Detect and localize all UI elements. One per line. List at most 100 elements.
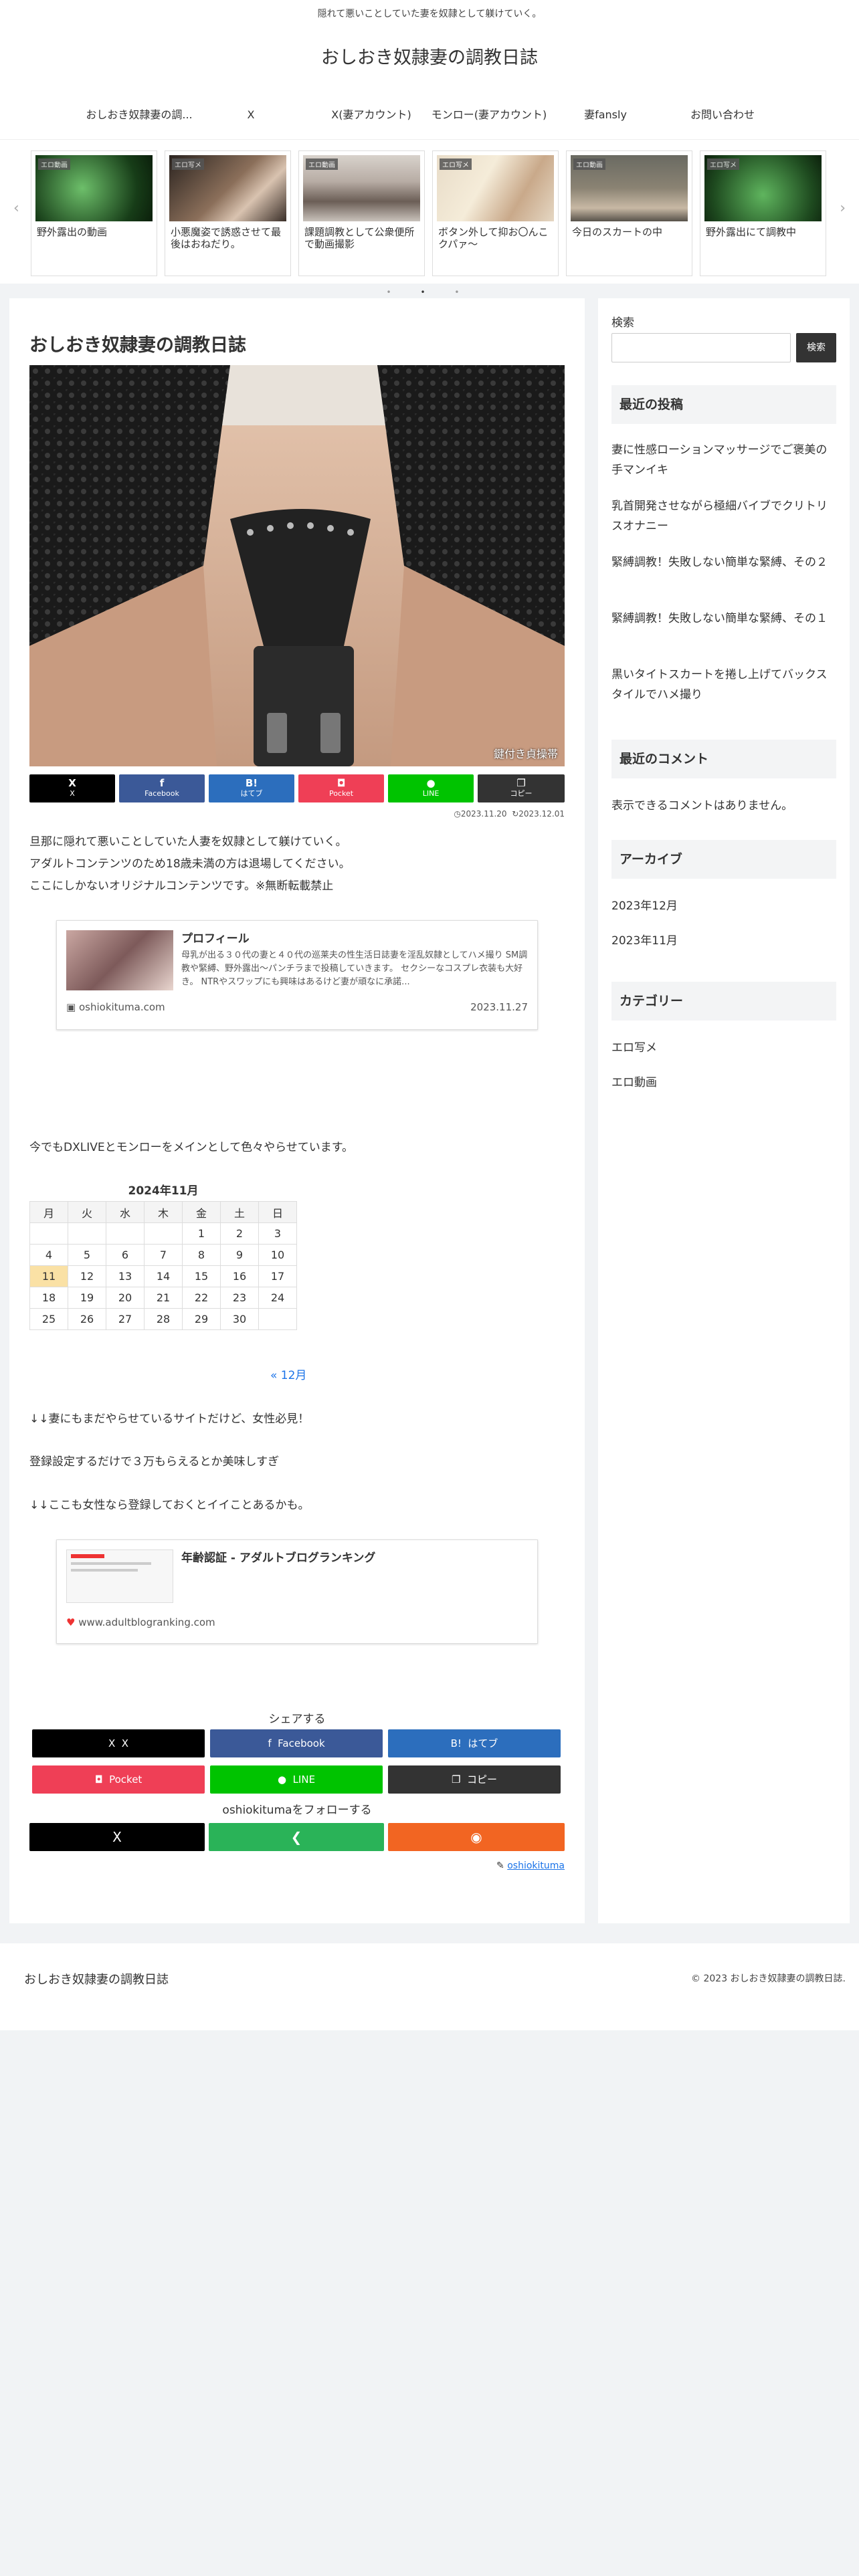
hatebu-icon: B! — [450, 1737, 462, 1749]
search-button[interactable]: 検索 — [796, 333, 836, 362]
follow-feedly-button[interactable]: ❮ — [209, 1823, 384, 1851]
carousel-card[interactable]: エロ動画 課題調教として公衆便所で動画撮影 — [298, 150, 425, 276]
after-text-1: ↓↓妻にもまだやらせているサイトだけど、女性必見！ — [29, 1412, 310, 1426]
ranking-card-domain: ♥ www.adultblogranking.com — [66, 1616, 215, 1628]
calendar-day: 21 — [144, 1287, 183, 1309]
share-label: コピー — [466, 1774, 497, 1786]
share-x-button[interactable]: XX — [29, 774, 115, 802]
recent-post-link[interactable]: 緊縛調教！失敗しない簡単な緊縛、その２ — [611, 552, 836, 572]
card-category: エロ動画 — [573, 158, 605, 170]
domain-text: oshiokituma.com — [78, 1001, 165, 1013]
profile-blog-card[interactable]: プロフィール 母乳が出る３０代の妻と４０代の巡莱夫の性生活日誌妻を淫乱奴隷として… — [56, 920, 538, 1030]
carousel-dots[interactable]: • • • — [0, 288, 859, 297]
x-icon: X — [68, 777, 76, 789]
share-hatebu-button[interactable]: B! はてブ — [209, 774, 294, 802]
share-label: コピー — [510, 789, 533, 798]
calendar-day — [106, 1222, 145, 1245]
follow-rss-button[interactable]: ◉ — [388, 1823, 565, 1851]
calendar-next-link[interactable]: « 12月 — [270, 1366, 306, 1382]
recent-post-link[interactable]: 乳首開発させながら極細バイブでクリトリスオナニー — [611, 496, 836, 536]
global-nav: おしおき奴隷妻の調... X X(妻アカウント) モンロー(妻アカウント) 妻f… — [0, 100, 859, 130]
post-title: おしおき奴隷妻の調教日誌 — [29, 335, 246, 356]
post-dates: ◷2023.11.20 ↻2023.12.01 — [411, 809, 565, 819]
calendar-title: 2024年11月 — [128, 1184, 199, 1198]
recent-post-link[interactable]: 緊縛調教！失敗しない簡単な緊縛、その１ — [611, 609, 836, 629]
hero-illustration — [29, 365, 565, 766]
pen-icon: ✎ — [496, 1860, 504, 1871]
profile-card-snippet: 母乳が出る３０代の妻と４０代の巡莱夫の性生活日誌妻を淫乱奴隷としてハメ撮り SM… — [181, 950, 528, 987]
carousel-next-icon[interactable]: › — [840, 200, 846, 217]
share-label: Facebook — [145, 789, 179, 798]
card-category: エロ写メ — [172, 158, 204, 170]
calendar-day: 23 — [220, 1287, 259, 1309]
calendar-day: 11 — [29, 1265, 68, 1287]
calendar-day: 27 — [106, 1308, 145, 1330]
carousel-card[interactable]: エロ動画 今日のスカートの中 — [566, 150, 692, 276]
share-copy-button[interactable]: ❐ コピー — [388, 1765, 561, 1794]
nav-item-home[interactable]: おしおき奴隷妻の調... — [72, 100, 206, 130]
nav-item-monroe[interactable]: モンロー(妻アカウント) — [425, 100, 553, 130]
line-icon: ● — [277, 1774, 287, 1786]
calendar-day: 3 — [258, 1222, 297, 1245]
carousel-card[interactable]: エロ写メ 野外露出にて調教中 — [700, 150, 826, 276]
recent-post-link[interactable]: 黒いタイトスカートを捲し上げてバックスタイルでハメ撮り — [611, 665, 836, 705]
calendar-day: 16 — [220, 1265, 259, 1287]
share-line-button[interactable]: ● LINE — [210, 1765, 383, 1794]
carousel-card[interactable]: エロ動画 野外露出の動画 — [31, 150, 157, 276]
calendar-day — [68, 1222, 106, 1245]
recent-post-link[interactable]: 妻に性感ローションマッサージでご褒美の手マンイキ — [611, 440, 836, 480]
share-facebook-button[interactable]: f Facebook — [210, 1729, 383, 1757]
footer-site-title[interactable]: おしおき奴隷妻の調教日誌 — [24, 1970, 169, 1988]
calendar-day: 6 — [106, 1244, 145, 1266]
follow-x-button[interactable]: X — [29, 1823, 205, 1851]
copy-icon: ❐ — [451, 1774, 461, 1786]
search-input[interactable] — [611, 333, 791, 362]
carousel-card[interactable]: エロ写メ ボタン外して抑お〇んこクパァ〜 — [432, 150, 559, 276]
carousel-prev-icon[interactable]: ‹ — [13, 200, 19, 217]
profile-card-title: プロフィール — [181, 932, 250, 946]
card-category: エロ動画 — [38, 158, 70, 170]
category-link[interactable]: エロ動画 — [611, 1073, 836, 1093]
calendar-day: 14 — [144, 1265, 183, 1287]
archive-link[interactable]: 2023年12月 — [611, 896, 836, 916]
nav-item-contact[interactable]: お問い合わせ — [676, 100, 769, 130]
carousel-card[interactable]: エロ写メ 小悪魔姿で誘惑させて最後はおねだり。 — [165, 150, 291, 276]
ranking-blog-card[interactable]: 年齢認証 - アダルトブログランキング ♥ www.adultblogranki… — [56, 1539, 538, 1644]
date-updated: 2023.12.01 — [518, 809, 565, 819]
calendar-day — [258, 1308, 297, 1330]
facebook-icon: f — [159, 777, 165, 789]
nav-item-fansly[interactable]: 妻fansly — [569, 100, 642, 130]
card-title: 野外露出の動画 — [37, 226, 108, 238]
calendar-day: 12 — [68, 1265, 106, 1287]
share-label: Facebook — [278, 1737, 325, 1749]
share-line-button[interactable]: ● LINE — [388, 774, 474, 802]
calendar-day: 15 — [182, 1265, 221, 1287]
nav-item-x[interactable]: X — [217, 100, 284, 130]
category-heading: カテゴリー — [611, 982, 836, 1021]
x-icon: X — [108, 1737, 116, 1749]
share-copy-button[interactable]: ❐ コピー — [478, 774, 565, 802]
share-label: X — [70, 789, 75, 798]
card-category: エロ写メ — [440, 158, 472, 170]
featured-carousel: ‹ › エロ動画 野外露出の動画 エロ写メ 小悪魔姿で誘惑させて最後はおねだり。… — [0, 139, 859, 284]
calendar-day: 29 — [182, 1308, 221, 1330]
profile-card-domain: ▣ oshiokituma.com — [66, 1001, 165, 1013]
share-pocket-button[interactable]: ◘ Pocket — [298, 774, 384, 802]
calendar-day: 19 — [68, 1287, 106, 1309]
share-facebook-button[interactable]: f Facebook — [119, 774, 205, 802]
nav-item-x-wife[interactable]: X(妻アカウント) — [314, 100, 428, 130]
favicon-icon: ▣ — [66, 1001, 76, 1013]
intro-line: アダルトコンテンツのため18歳未満の方は退場してください。 — [29, 857, 351, 871]
share-hatebu-button[interactable]: B! はてブ — [388, 1729, 561, 1757]
date-published: 2023.11.20 — [460, 809, 507, 819]
category-link[interactable]: エロ写メ — [611, 1038, 836, 1058]
share-pocket-button[interactable]: ◘ Pocket — [32, 1765, 205, 1794]
calendar-day: 8 — [182, 1244, 221, 1266]
share-x-button[interactable]: X X — [32, 1729, 205, 1757]
archive-link[interactable]: 2023年11月 — [611, 931, 836, 951]
site-title-link[interactable]: おしおき奴隷妻の調教日誌 — [0, 43, 859, 69]
calendar-table: 月火水木金土日 1 2 3 4 5 6 7 8 9 10 11 12 13 14 15 16 17 18 19 20 2… — [29, 1201, 297, 1330]
author-link[interactable]: ✎ oshiokituma — [496, 1860, 565, 1871]
share-label: Pocket — [109, 1774, 142, 1786]
clock-icon: ◷ — [454, 809, 461, 819]
